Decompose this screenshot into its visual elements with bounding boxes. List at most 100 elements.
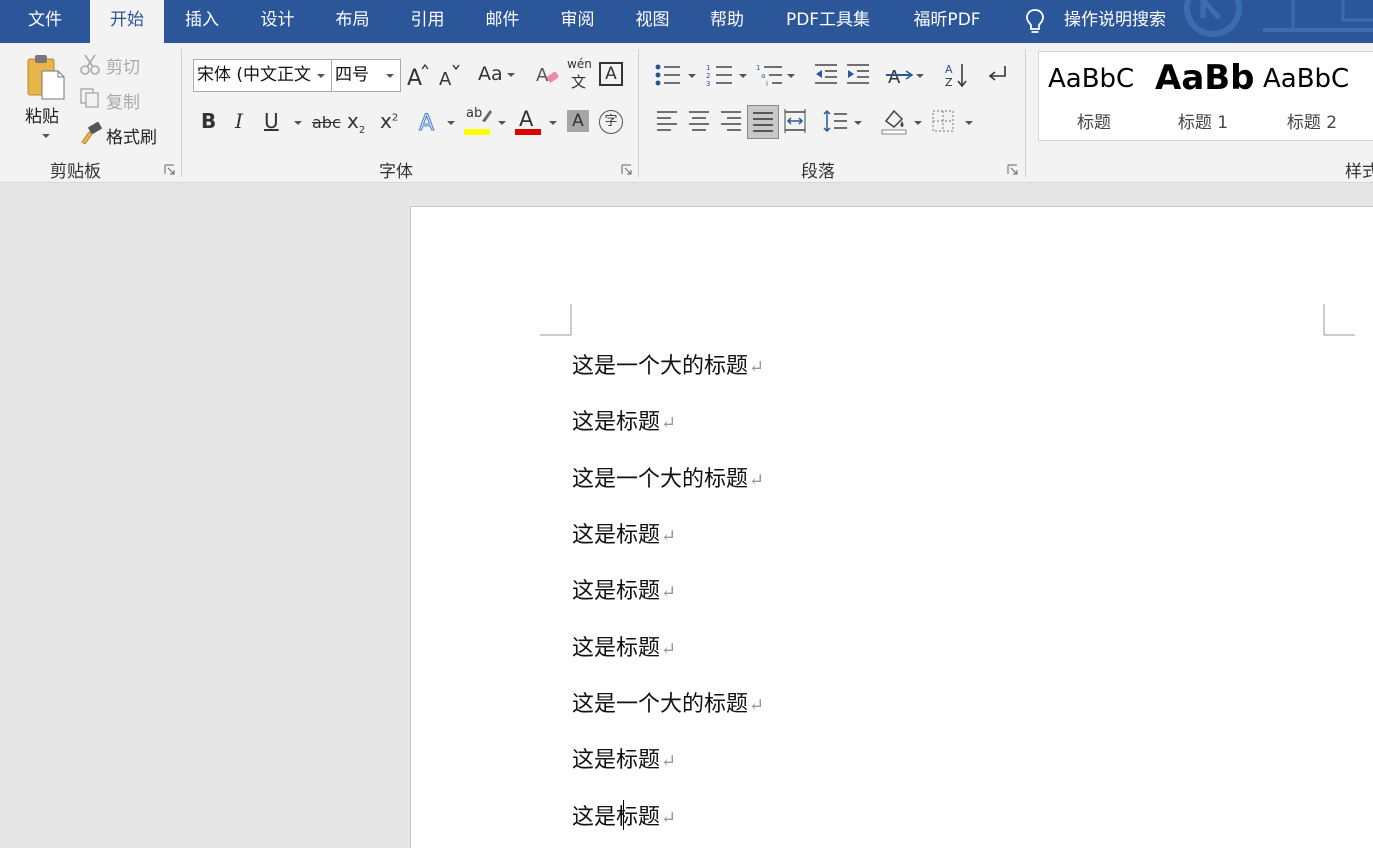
paste-button[interactable]: 粘贴 <box>25 102 59 127</box>
numbering-dropdown-icon[interactable] <box>739 74 747 78</box>
style-sample: AaBbC <box>1048 64 1135 94</box>
paragraph[interactable]: 这是标题↵ <box>572 799 676 831</box>
lightbulb-icon <box>1026 9 1044 33</box>
clipboard-launcher-icon[interactable] <box>164 164 175 175</box>
paragraph[interactable]: 这是标题↵ <box>572 573 676 605</box>
line-spacing-dropdown-icon[interactable] <box>854 121 862 125</box>
paragraph-text: 这是标题 <box>572 805 661 830</box>
paragraph[interactable]: 这是标题↵ <box>572 630 676 662</box>
style-heading-2[interactable]: AaBbC 标题 2 <box>1257 52 1367 140</box>
italic-button[interactable]: I <box>235 109 243 133</box>
highlight-dropdown-icon[interactable] <box>498 121 506 125</box>
underline-button[interactable]: U <box>264 109 279 133</box>
tab-view[interactable]: 视图 <box>615 0 690 43</box>
align-left-icon[interactable] <box>655 109 679 133</box>
shading-icon[interactable] <box>880 107 908 135</box>
underline-dropdown-icon[interactable] <box>294 121 302 125</box>
paragraph[interactable]: 这是标题↵ <box>572 404 676 436</box>
cut-icon[interactable] <box>79 53 101 75</box>
paragraph-launcher-icon[interactable] <box>1007 164 1018 175</box>
format-painter-icon[interactable] <box>79 122 103 144</box>
tab-file[interactable]: 文件 <box>0 0 90 43</box>
format-painter-button[interactable]: 格式刷 <box>106 123 157 148</box>
borders-dropdown-icon[interactable] <box>965 121 973 125</box>
bold-button[interactable]: B <box>201 109 216 133</box>
paragraph-text: 这是标题 <box>572 523 661 548</box>
ribbon-home: 粘贴 剪切 复制 格式刷 剪贴板 宋体 (中文正文 四号 A A Aa A wé… <box>0 43 1373 183</box>
tab-help[interactable]: 帮助 <box>690 0 764 43</box>
font-name-value: 宋体 (中文正文 <box>197 65 312 85</box>
change-case-button[interactable]: Aa <box>478 63 503 85</box>
text-effects-icon[interactable]: A <box>418 109 442 136</box>
shading-dropdown-icon[interactable] <box>914 121 922 125</box>
paste-dropdown-icon[interactable] <box>42 134 50 138</box>
chinese-layout-dropdown-icon[interactable] <box>916 74 924 78</box>
tab-review[interactable]: 审阅 <box>540 0 615 43</box>
tab-mailings[interactable]: 邮件 <box>465 0 540 43</box>
paragraph[interactable]: 这是一个大的标题↵ <box>572 461 764 493</box>
cut-button[interactable]: 剪切 <box>106 53 140 78</box>
subscript-button[interactable]: x2 <box>347 109 365 136</box>
superscript-button[interactable]: x2 <box>380 109 398 133</box>
paste-icon[interactable] <box>24 53 68 101</box>
paragraph[interactable]: 这是一个大的标题↵ <box>572 686 764 718</box>
font-launcher-icon[interactable] <box>621 164 632 175</box>
copy-icon[interactable] <box>79 87 101 109</box>
multilevel-dropdown-icon[interactable] <box>787 74 795 78</box>
clear-formatting-icon[interactable]: A <box>536 63 560 87</box>
tab-references[interactable]: 引用 <box>390 0 465 43</box>
document-page[interactable] <box>410 206 1373 848</box>
tell-me-search[interactable]: 操作说明搜索 <box>1064 0 1166 43</box>
tab-foxit-pdf[interactable]: 福昕PDF <box>892 0 1002 43</box>
paragraph-text: 这是一个大的标题 <box>572 692 749 717</box>
multilevel-list-icon[interactable]: 1 a i <box>756 63 784 87</box>
enclose-characters-button[interactable]: 字 <box>599 110 623 134</box>
grow-font-icon[interactable]: A <box>405 61 429 89</box>
borders-icon[interactable] <box>931 109 955 133</box>
paragraph[interactable]: 这是标题↵ <box>572 742 676 774</box>
paragraph-mark: ↵ <box>661 413 677 434</box>
font-name-combo[interactable]: 宋体 (中文正文 <box>193 59 332 92</box>
justify-button[interactable] <box>747 105 779 139</box>
paragraph-mark: ↵ <box>661 639 677 660</box>
copy-button[interactable]: 复制 <box>106 88 140 113</box>
character-border-button[interactable]: A <box>599 62 623 86</box>
tab-layout[interactable]: 布局 <box>315 0 390 43</box>
svg-text:A: A <box>888 67 901 87</box>
tab-insert[interactable]: 插入 <box>164 0 240 43</box>
text-effects-dropdown-icon[interactable] <box>447 121 455 125</box>
phonetic-guide-top[interactable]: wén <box>567 57 592 71</box>
align-right-icon[interactable] <box>719 109 743 133</box>
svg-text:Z: Z <box>945 76 953 89</box>
bullets-icon[interactable] <box>654 63 682 87</box>
paragraph[interactable]: 这是一个大的标题↵ <box>572 348 764 380</box>
character-shading-button[interactable]: A <box>567 110 589 132</box>
paragraph[interactable]: 这是标题↵ <box>572 517 676 549</box>
align-center-icon[interactable] <box>687 109 711 133</box>
line-spacing-icon[interactable] <box>822 109 848 133</box>
numbering-icon[interactable]: 1 2 3 <box>706 63 734 87</box>
font-size-combo[interactable]: 四号 <box>331 59 401 92</box>
increase-indent-icon[interactable] <box>845 63 871 87</box>
paragraph-mark: ↵ <box>661 526 677 547</box>
tab-home[interactable]: 开始 <box>90 0 164 43</box>
sort-icon[interactable]: A Z <box>945 61 969 89</box>
decrease-indent-icon[interactable] <box>813 63 839 87</box>
font-color-dropdown-icon[interactable] <box>549 121 557 125</box>
tab-pdf-tools[interactable]: PDF工具集 <box>764 0 892 43</box>
style-heading-1[interactable]: AaBb 标题 1 <box>1149 52 1257 140</box>
strikethrough-button[interactable]: abc <box>312 113 341 132</box>
distributed-icon[interactable] <box>783 109 807 133</box>
bullets-dropdown-icon[interactable] <box>688 74 696 78</box>
tab-design[interactable]: 设计 <box>240 0 315 43</box>
chevron-down-icon <box>317 74 325 78</box>
shrink-font-icon[interactable]: A <box>437 61 461 89</box>
style-normal[interactable]: AaBbC 标题 <box>1039 52 1149 140</box>
show-formatting-marks-icon[interactable] <box>985 63 1009 87</box>
change-case-dropdown-icon[interactable] <box>507 73 515 77</box>
phonetic-guide-button[interactable]: 文 <box>571 71 586 92</box>
font-color-button[interactable]: A <box>519 107 533 131</box>
paragraph-text: 这是标题 <box>572 410 661 435</box>
chinese-layout-icon[interactable]: A <box>886 63 914 87</box>
svg-text:3: 3 <box>706 80 710 87</box>
